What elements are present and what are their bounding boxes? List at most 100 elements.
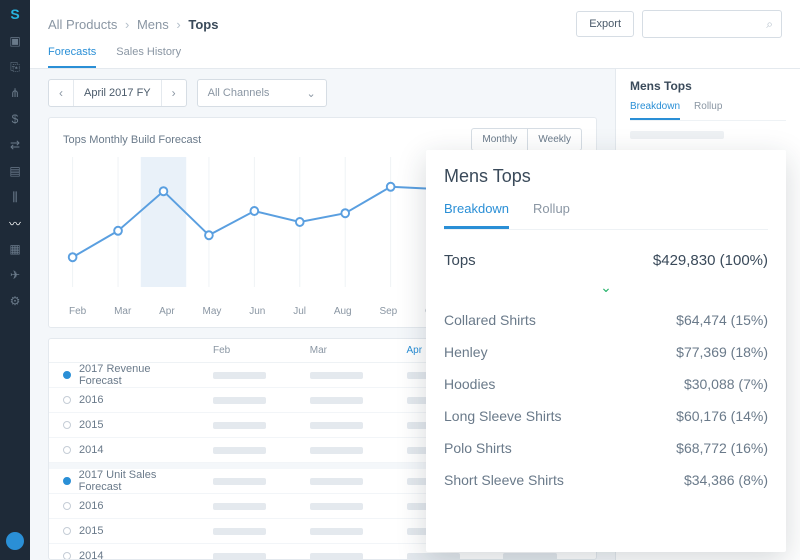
row-label: 2014	[79, 444, 103, 456]
breadcrumb: All Products › Mens › Tops	[48, 17, 218, 32]
table-month-header[interactable]: Mar	[306, 339, 403, 362]
popup-breakdown-row[interactable]: Collared Shirts$64,474 (15%)	[444, 304, 768, 336]
toggle-monthly[interactable]: Monthly	[472, 129, 527, 150]
popup-breakdown-row[interactable]: Short Sleeve Shirts $34,386 (8%)	[444, 464, 768, 496]
row-label: 2015	[79, 525, 103, 537]
row-label: 2016	[79, 394, 103, 406]
table-month-header[interactable]: Feb	[209, 339, 306, 362]
chevron-down-icon: ⌄	[306, 87, 315, 100]
clipboard-icon[interactable]: ⎘	[8, 60, 22, 74]
popup-row-value: $30,088 (7%)	[684, 376, 768, 392]
right-panel-title: Mens Tops	[630, 79, 786, 93]
right-tab-breakdown[interactable]: Breakdown	[630, 101, 680, 120]
placeholder-bar	[310, 478, 363, 485]
breadcrumb-l0[interactable]: All Products	[48, 17, 117, 32]
nav-rail: S ▣ ⎘ ⋔ $ ⇄ ▤ ⫼ 〰 ▦ ✈ ⚙	[0, 0, 30, 560]
tab-sales-history[interactable]: Sales History	[116, 46, 181, 68]
gear-icon[interactable]: ⚙	[8, 294, 22, 308]
bars-icon[interactable]: ⫼	[8, 190, 22, 204]
period-prev-icon[interactable]: ‹	[49, 86, 73, 100]
radio-icon[interactable]	[63, 552, 71, 560]
export-button[interactable]: Export	[576, 11, 634, 37]
popup-breakdown-row[interactable]: Polo Shirts $68,772 (16%)	[444, 432, 768, 464]
channel-selector[interactable]: All Channels ⌄	[197, 79, 327, 107]
row-label: 2015	[79, 419, 103, 431]
period-selector[interactable]: ‹ April 2017 FY ›	[48, 79, 187, 107]
placeholder-bar	[310, 528, 363, 535]
breakdown-popup: Mens Tops Breakdown Rollup Tops $429,830…	[426, 150, 786, 552]
radio-icon[interactable]	[63, 502, 71, 510]
radio-icon[interactable]	[63, 527, 71, 535]
send-icon[interactable]: ✈	[8, 268, 22, 282]
popup-row-name: Henley	[444, 344, 488, 360]
placeholder-bar	[310, 503, 363, 510]
share-icon[interactable]: ⋔	[8, 86, 22, 100]
calendar-icon[interactable]: ▤	[8, 164, 22, 178]
breadcrumb-l1[interactable]: Mens	[137, 17, 169, 32]
transfer-icon[interactable]: ⇄	[8, 138, 22, 152]
placeholder-bar	[310, 422, 363, 429]
popup-row-name: Polo Shirts	[444, 440, 512, 456]
x-axis-label: Aug	[334, 306, 352, 317]
popup-tab-rollup[interactable]: Rollup	[533, 201, 570, 229]
granularity-toggle: Monthly Weekly	[471, 128, 582, 151]
row-label: 2017 Revenue Forecast	[79, 363, 195, 387]
tab-forecasts[interactable]: Forecasts	[48, 46, 96, 68]
popup-total-row: Tops $429,830 (100%)	[444, 244, 768, 277]
placeholder-bar	[310, 397, 363, 404]
x-axis-label: Mar	[114, 306, 131, 317]
page-header: All Products › Mens › Tops Export ⌕ Fore…	[30, 0, 800, 69]
popup-row-name: Hoodies	[444, 376, 495, 392]
radio-icon[interactable]	[63, 446, 71, 454]
x-axis-label: Feb	[69, 306, 86, 317]
popup-tab-breakdown[interactable]: Breakdown	[444, 201, 509, 229]
channel-label: All Channels	[208, 87, 270, 99]
popup-row-name: Short Sleeve Shirts	[444, 472, 564, 488]
popup-row-value: $34,386 (8%)	[684, 472, 768, 488]
grid-icon[interactable]: ▦	[8, 242, 22, 256]
placeholder-bar	[310, 447, 363, 454]
search-input[interactable]: ⌕	[642, 10, 782, 38]
money-icon[interactable]: $	[8, 112, 22, 126]
popup-total-name: Tops	[444, 252, 476, 269]
trend-icon[interactable]: 〰	[8, 216, 22, 230]
dashboard-icon[interactable]: ▣	[8, 34, 22, 48]
chevron-right-icon: ›	[125, 17, 129, 32]
app-logo-icon: S	[10, 6, 19, 22]
search-icon: ⌕	[766, 17, 773, 32]
placeholder-bar	[213, 503, 266, 510]
radio-icon[interactable]	[63, 477, 71, 485]
popup-breakdown-row[interactable]: Long Sleeve Shirts $60,176 (14%)	[444, 400, 768, 432]
radio-icon[interactable]	[63, 396, 71, 404]
toggle-weekly[interactable]: Weekly	[527, 129, 581, 150]
right-tab-rollup[interactable]: Rollup	[694, 101, 722, 120]
popup-total-value: $429,830 (100%)	[653, 252, 768, 269]
popup-row-value: $60,176 (14%)	[676, 408, 768, 424]
popup-breakdown-row[interactable]: Henley $77,369 (18%)	[444, 336, 768, 368]
period-next-icon[interactable]: ›	[162, 86, 186, 100]
popup-breakdown-row[interactable]: Hoodies $30,088 (7%)	[444, 368, 768, 400]
popup-row-name: Collared Shirts	[444, 312, 536, 328]
period-label: April 2017 FY	[73, 80, 162, 106]
user-avatar[interactable]	[6, 532, 24, 550]
popup-title: Mens Tops	[444, 166, 768, 187]
placeholder-bar	[310, 553, 363, 560]
row-label: 2016	[79, 500, 103, 512]
placeholder-bar	[213, 397, 266, 404]
placeholder-bar	[213, 553, 266, 560]
popup-row-value: $77,369 (18%)	[676, 344, 768, 360]
radio-icon[interactable]	[63, 421, 71, 429]
placeholder-bar	[213, 372, 266, 379]
popup-expand-icon[interactable]: ⌄	[444, 279, 768, 296]
chart-title: Tops Monthly Build Forecast	[63, 134, 201, 146]
placeholder-bar	[213, 422, 266, 429]
placeholder-bar	[630, 131, 724, 139]
x-axis-label: Jul	[293, 306, 306, 317]
placeholder-bar	[503, 553, 556, 560]
popup-row-value: $68,772 (16%)	[676, 440, 768, 456]
placeholder-bar	[213, 447, 266, 454]
radio-icon[interactable]	[63, 371, 71, 379]
x-axis-label: Jun	[249, 306, 265, 317]
row-label: 2014	[79, 550, 103, 560]
popup-row-name: Long Sleeve Shirts	[444, 408, 562, 424]
